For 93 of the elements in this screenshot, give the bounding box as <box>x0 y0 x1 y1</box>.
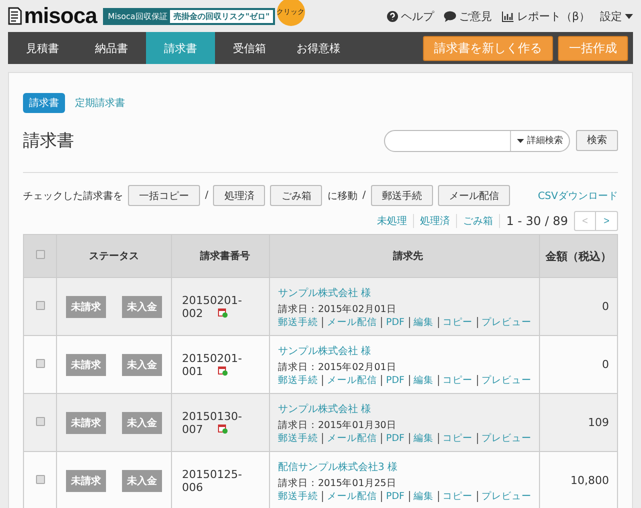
client-link[interactable]: サンプル株式会社 様 <box>278 404 372 414</box>
row-action-link[interactable]: 郵送手続 <box>278 490 318 502</box>
row-action-link[interactable]: メール配信 <box>322 316 377 328</box>
nav-tab[interactable]: お得意様 <box>284 32 353 64</box>
status-badge: 未入金 <box>122 412 162 434</box>
status-badge: 未請求 <box>66 354 106 376</box>
header-link[interactable]: 設定 <box>600 8 633 24</box>
row-action-link[interactable]: 郵送手続 <box>278 374 318 386</box>
row-checkbox[interactable] <box>36 300 44 310</box>
invoice-date: 請求日：2015年01月30日 <box>278 418 398 432</box>
advanced-search-dropdown[interactable]: 詳細検索 <box>510 130 569 150</box>
move-button[interactable]: 処理済 <box>213 185 266 206</box>
invoice-date: 請求日：2015年01月25日 <box>278 476 398 490</box>
status-badge: 未請求 <box>66 296 106 318</box>
client-link[interactable]: 配信サンプル株式会社3 様 <box>278 462 398 472</box>
nav-tab[interactable]: 受信箱 <box>215 32 284 64</box>
caret-icon <box>517 138 524 142</box>
filter-link[interactable]: 処理済 <box>414 214 458 228</box>
page-title: 請求書 <box>23 130 74 152</box>
row-action-link[interactable]: PDF <box>381 374 405 386</box>
caret-icon <box>625 14 633 18</box>
status-badge: 未入金 <box>122 354 162 376</box>
header-link[interactable]: ヘルプ <box>386 8 434 24</box>
move-label: に移動 <box>327 190 358 202</box>
action-button[interactable]: 請求書を新しく作る <box>423 36 553 60</box>
row-action-link[interactable]: コピー <box>438 490 473 502</box>
status-badge: 未入金 <box>122 470 162 492</box>
column-header: 請求先 <box>270 234 540 278</box>
bar-chart-icon <box>502 10 514 22</box>
row-action-link[interactable]: PDF <box>381 316 405 328</box>
row-action-link[interactable]: プレビュー <box>476 490 532 502</box>
row-action-link[interactable]: メール配信 <box>322 374 377 386</box>
row-checkbox[interactable] <box>36 358 44 368</box>
amount: 109 <box>540 394 618 452</box>
select-all-checkbox[interactable] <box>36 250 44 259</box>
banner-label: Misoca回収保証 <box>106 10 168 22</box>
search-field[interactable]: 詳細検索 <box>384 130 570 152</box>
nav-tab[interactable]: 請求書 <box>146 32 215 64</box>
row-action-link[interactable]: プレビュー <box>476 316 532 328</box>
separator: / <box>205 190 208 201</box>
row-checkbox[interactable] <box>36 416 44 426</box>
send-button[interactable]: メール配信 <box>438 185 510 206</box>
prev-page-button[interactable]: < <box>575 212 596 230</box>
help-icon <box>386 10 398 22</box>
sub-tab[interactable]: 請求書 <box>23 93 65 113</box>
status-badge: 未入金 <box>122 296 162 318</box>
header-link[interactable]: ご意見 <box>444 8 492 24</box>
row-action-link[interactable]: PDF <box>381 432 405 444</box>
csv-download-link[interactable]: CSVダウンロード <box>538 188 618 202</box>
row-action-link[interactable]: 郵送手続 <box>278 316 318 328</box>
row-action-link[interactable]: メール配信 <box>322 432 377 444</box>
amount: 0 <box>540 278 618 336</box>
banner-text: 売掛金の回収リスク"ゼロ" <box>170 10 273 22</box>
bulk-label: チェックした請求書を <box>23 190 123 202</box>
row-action-link[interactable]: 編集 <box>408 374 434 386</box>
column-header: ステータス <box>56 234 172 278</box>
row-action-link[interactable]: 編集 <box>408 432 434 444</box>
row-action-link[interactable]: プレビュー <box>476 432 532 444</box>
move-button[interactable]: ごみ箱 <box>270 185 322 206</box>
row-action-link[interactable]: 郵送手続 <box>278 432 318 444</box>
next-page-button[interactable]: > <box>596 212 617 230</box>
status-badge: 未請求 <box>66 412 106 434</box>
row-action-link[interactable]: プレビュー <box>476 374 532 386</box>
row-action-link[interactable]: 編集 <box>408 490 434 502</box>
client-link[interactable]: サンプル株式会社 様 <box>278 346 372 356</box>
row-action-link[interactable]: メール配信 <box>322 490 377 502</box>
row-action-link[interactable]: PDF <box>381 490 405 502</box>
speech-bubble-icon <box>444 10 456 22</box>
separator: / <box>362 190 366 201</box>
page-range: 1 - 30 / 89 <box>506 214 568 228</box>
column-header: 請求書番号 <box>172 234 270 278</box>
row-checkbox[interactable] <box>36 474 44 484</box>
action-button[interactable]: 一括作成 <box>558 36 628 60</box>
send-button[interactable]: 郵送手続 <box>370 185 433 206</box>
sub-tab[interactable]: 定期請求書 <box>69 93 131 113</box>
row-action-link[interactable]: コピー <box>438 316 473 328</box>
search-button[interactable]: 検索 <box>576 130 618 150</box>
row-action-link[interactable]: コピー <box>438 374 473 386</box>
nav-tab[interactable]: 見積書 <box>8 32 77 64</box>
logo-text[interactable]: misoca <box>24 3 97 29</box>
row-action-link[interactable]: 編集 <box>408 316 434 328</box>
filter-link[interactable]: ごみ箱 <box>457 214 500 228</box>
nav-tab[interactable]: 納品書 <box>77 32 146 64</box>
client-link[interactable]: サンプル株式会社 様 <box>278 288 372 298</box>
header-link[interactable]: レポート（β） <box>502 8 590 24</box>
bulk-copy-button[interactable]: 一括コピー <box>128 185 200 206</box>
invoice-date: 請求日：2015年02月01日 <box>278 302 398 316</box>
column-header: 金額（税込） <box>540 234 618 278</box>
invoice-date: 請求日：2015年02月01日 <box>278 360 398 374</box>
document-icon <box>8 7 22 25</box>
row-action-link[interactable]: コピー <box>438 432 473 444</box>
status-badge: 未請求 <box>66 470 106 492</box>
filter-link[interactable]: 未処理 <box>371 214 414 228</box>
